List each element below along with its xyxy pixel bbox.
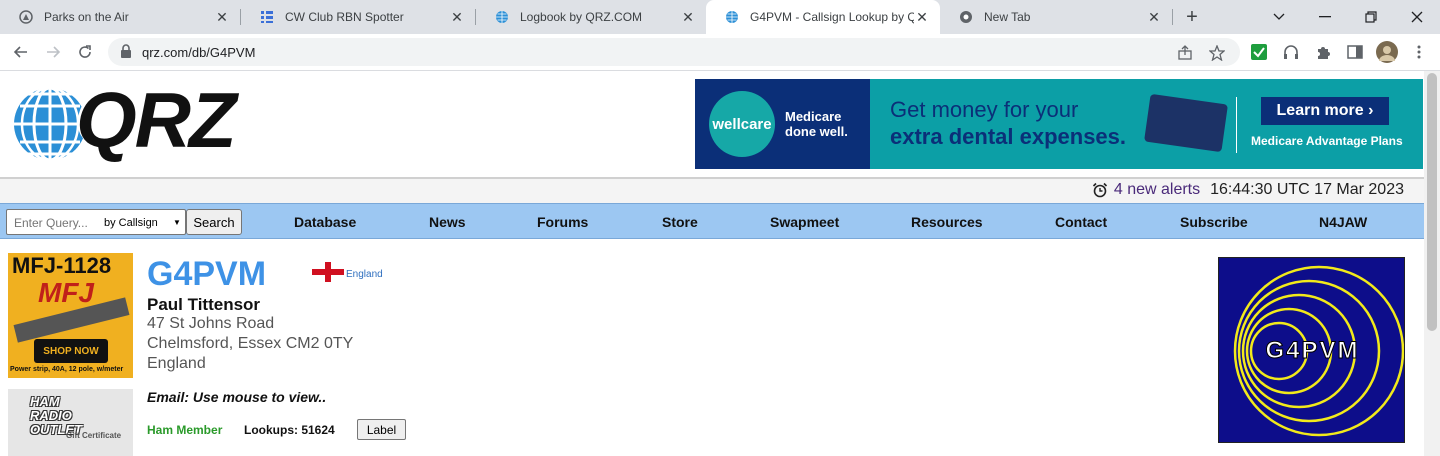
tab-title: Logbook by QRZ.COM [520, 10, 643, 24]
nav-contact[interactable]: Contact [1055, 214, 1107, 230]
credit-card-image [1144, 93, 1228, 153]
nav-subscribe[interactable]: Subscribe [1180, 214, 1248, 230]
scrollbar-thumb[interactable] [1427, 73, 1437, 331]
page-content: QRZ wellcare Medicare done well. Get mon… [0, 71, 1424, 456]
address-line-3: England [147, 355, 206, 372]
country-link[interactable]: England [346, 269, 383, 280]
address-line-2: Chelmsford, Essex CM2 0TY [147, 335, 354, 352]
qsl-card-image[interactable]: G4PVM [1218, 257, 1405, 443]
wellcare-logo: wellcare [709, 91, 775, 157]
callsign-title: G4PVM [147, 255, 267, 293]
tab-title: CW Club RBN Spotter [285, 10, 404, 24]
ad-headline-2: extra dental expenses. [890, 124, 1127, 149]
nav-user-n4jaw[interactable]: N4JAW [1319, 214, 1367, 230]
alerts-area: 4 new alerts 16:44:30 UTC 17 Mar 2023 [1092, 181, 1404, 199]
mfj-side-ad[interactable]: MFJ-1128 MFJ SHOP NOW Power strip, 40A, … [8, 253, 133, 378]
email-reveal[interactable]: Email: Use mouse to view.. [147, 389, 326, 405]
pota-icon [18, 9, 34, 25]
lookups-count: Lookups: 51624 [244, 423, 335, 437]
ad-subtext: Medicare Advantage Plans [1251, 134, 1403, 148]
utc-clock: 16:44:30 UTC 17 Mar 2023 [1210, 181, 1404, 198]
qsl-callsign: G4PVM [1265, 337, 1360, 365]
alarm-clock-icon[interactable] [1092, 182, 1108, 198]
new-tab-button[interactable]: + [1180, 5, 1204, 29]
tab-title: G4PVM - Callsign Lookup by QRZ Ham Radio [750, 10, 914, 24]
share-icon[interactable] [1176, 44, 1194, 62]
browser-window: Parks on the Air ✕ CW Club RBN Spotter ✕… [0, 0, 1440, 456]
tab-strip: Parks on the Air ✕ CW Club RBN Spotter ✕… [0, 0, 1440, 34]
checkmark-extension-icon[interactable] [1250, 43, 1268, 61]
dropdown-caret-icon[interactable]: ▼ [173, 218, 181, 227]
nav-news[interactable]: News [429, 214, 466, 230]
ham-radio-outlet-ad[interactable]: HAM RADIO OUTLET Gift Certificate [8, 389, 133, 456]
england-flag-icon[interactable] [312, 262, 344, 282]
close-icon[interactable]: ✕ [214, 9, 230, 25]
grid-icon [259, 9, 275, 25]
ad-headline-1: Get money for your [890, 97, 1079, 122]
nav-swapmeet[interactable]: Swapmeet [770, 214, 839, 230]
label-button[interactable]: Label [357, 419, 406, 440]
ad-divider [1236, 97, 1237, 153]
ad-tagline: Medicare done well. [785, 109, 848, 139]
chrome-icon [958, 9, 974, 25]
member-status: Ham Member [147, 423, 223, 437]
close-icon[interactable]: ✕ [1146, 9, 1162, 25]
hro-subtext: Gift Certificate [66, 431, 122, 440]
minimize-icon[interactable] [1302, 4, 1348, 30]
globe-icon [724, 9, 740, 25]
wellcare-ad-banner[interactable]: wellcare Medicare done well. Get money f… [695, 79, 1423, 169]
back-arrow-icon[interactable] [10, 41, 32, 63]
restore-icon[interactable] [1348, 4, 1394, 30]
side-panel-icon[interactable] [1346, 43, 1364, 61]
tab-cw-club-rbn-spotter[interactable]: CW Club RBN Spotter ✕ [241, 0, 475, 34]
learn-more-button[interactable]: Learn more › [1261, 97, 1389, 125]
qrz-logo[interactable]: QRZ [12, 76, 252, 169]
kebab-menu-icon[interactable] [1410, 43, 1428, 61]
query-input[interactable]: Enter Query... by Callsign ▼ [6, 209, 186, 235]
mfj-description: Power strip, 40A, 12 pole, w/meter [10, 366, 124, 373]
search-mode-select[interactable]: by Callsign [104, 217, 158, 229]
close-icon[interactable]: ✕ [914, 9, 930, 25]
status-bar: 4 new alerts 16:44:30 UTC 17 Mar 2023 [0, 179, 1424, 203]
profile-avatar[interactable] [1376, 41, 1398, 63]
search-button[interactable]: Search [186, 209, 242, 235]
tab-parks-on-the-air[interactable]: Parks on the Air ✕ [0, 0, 240, 34]
nav-resources[interactable]: Resources [911, 214, 983, 230]
operator-name: Paul Tittensor [147, 295, 261, 314]
new-alerts-link[interactable]: 4 new alerts [1114, 181, 1200, 199]
nav-forums[interactable]: Forums [537, 214, 588, 230]
tab-title: Parks on the Air [44, 10, 129, 24]
mfj-brand: MFJ [38, 277, 94, 308]
browser-toolbar: qrz.com/db/G4PVM [0, 34, 1440, 71]
lock-icon[interactable] [120, 44, 134, 60]
query-placeholder: Enter Query... [14, 216, 88, 230]
url-text: qrz.com/db/G4PVM [142, 45, 256, 60]
reload-icon[interactable] [74, 41, 96, 63]
close-window-icon[interactable] [1394, 4, 1440, 30]
address-line-1: 47 St Johns Road [147, 315, 275, 332]
bookmark-star-icon[interactable] [1208, 44, 1226, 62]
page-scrollbar[interactable] [1424, 71, 1440, 456]
close-icon[interactable]: ✕ [449, 9, 465, 25]
close-icon[interactable]: ✕ [680, 9, 696, 25]
tab-g4pvm-callsign-lookup[interactable]: G4PVM - Callsign Lookup by QRZ Ham Radio… [706, 0, 940, 34]
nav-store[interactable]: Store [662, 214, 698, 230]
logo-text: QRZ [76, 76, 237, 164]
forward-arrow-icon[interactable] [42, 41, 64, 63]
tab-logbook-by-qrz[interactable]: Logbook by QRZ.COM ✕ [476, 0, 706, 34]
puzzle-extensions-icon[interactable] [1314, 43, 1332, 61]
shop-now-button[interactable]: SHOP NOW [34, 339, 108, 363]
address-bar[interactable]: qrz.com/db/G4PVM [108, 38, 1240, 66]
tab-new-tab[interactable]: New Tab ✕ [940, 0, 1172, 34]
mfj-model: MFJ-1128 [12, 253, 112, 278]
tab-separator [1172, 9, 1173, 25]
tab-search-chevron-icon[interactable] [1256, 4, 1302, 30]
nav-database[interactable]: Database [294, 214, 356, 230]
main-navbar: Enter Query... by Callsign ▼ Search Data… [0, 203, 1424, 239]
globe-icon [494, 9, 510, 25]
tab-title: New Tab [984, 10, 1031, 24]
headphones-extension-icon[interactable] [1282, 43, 1300, 61]
